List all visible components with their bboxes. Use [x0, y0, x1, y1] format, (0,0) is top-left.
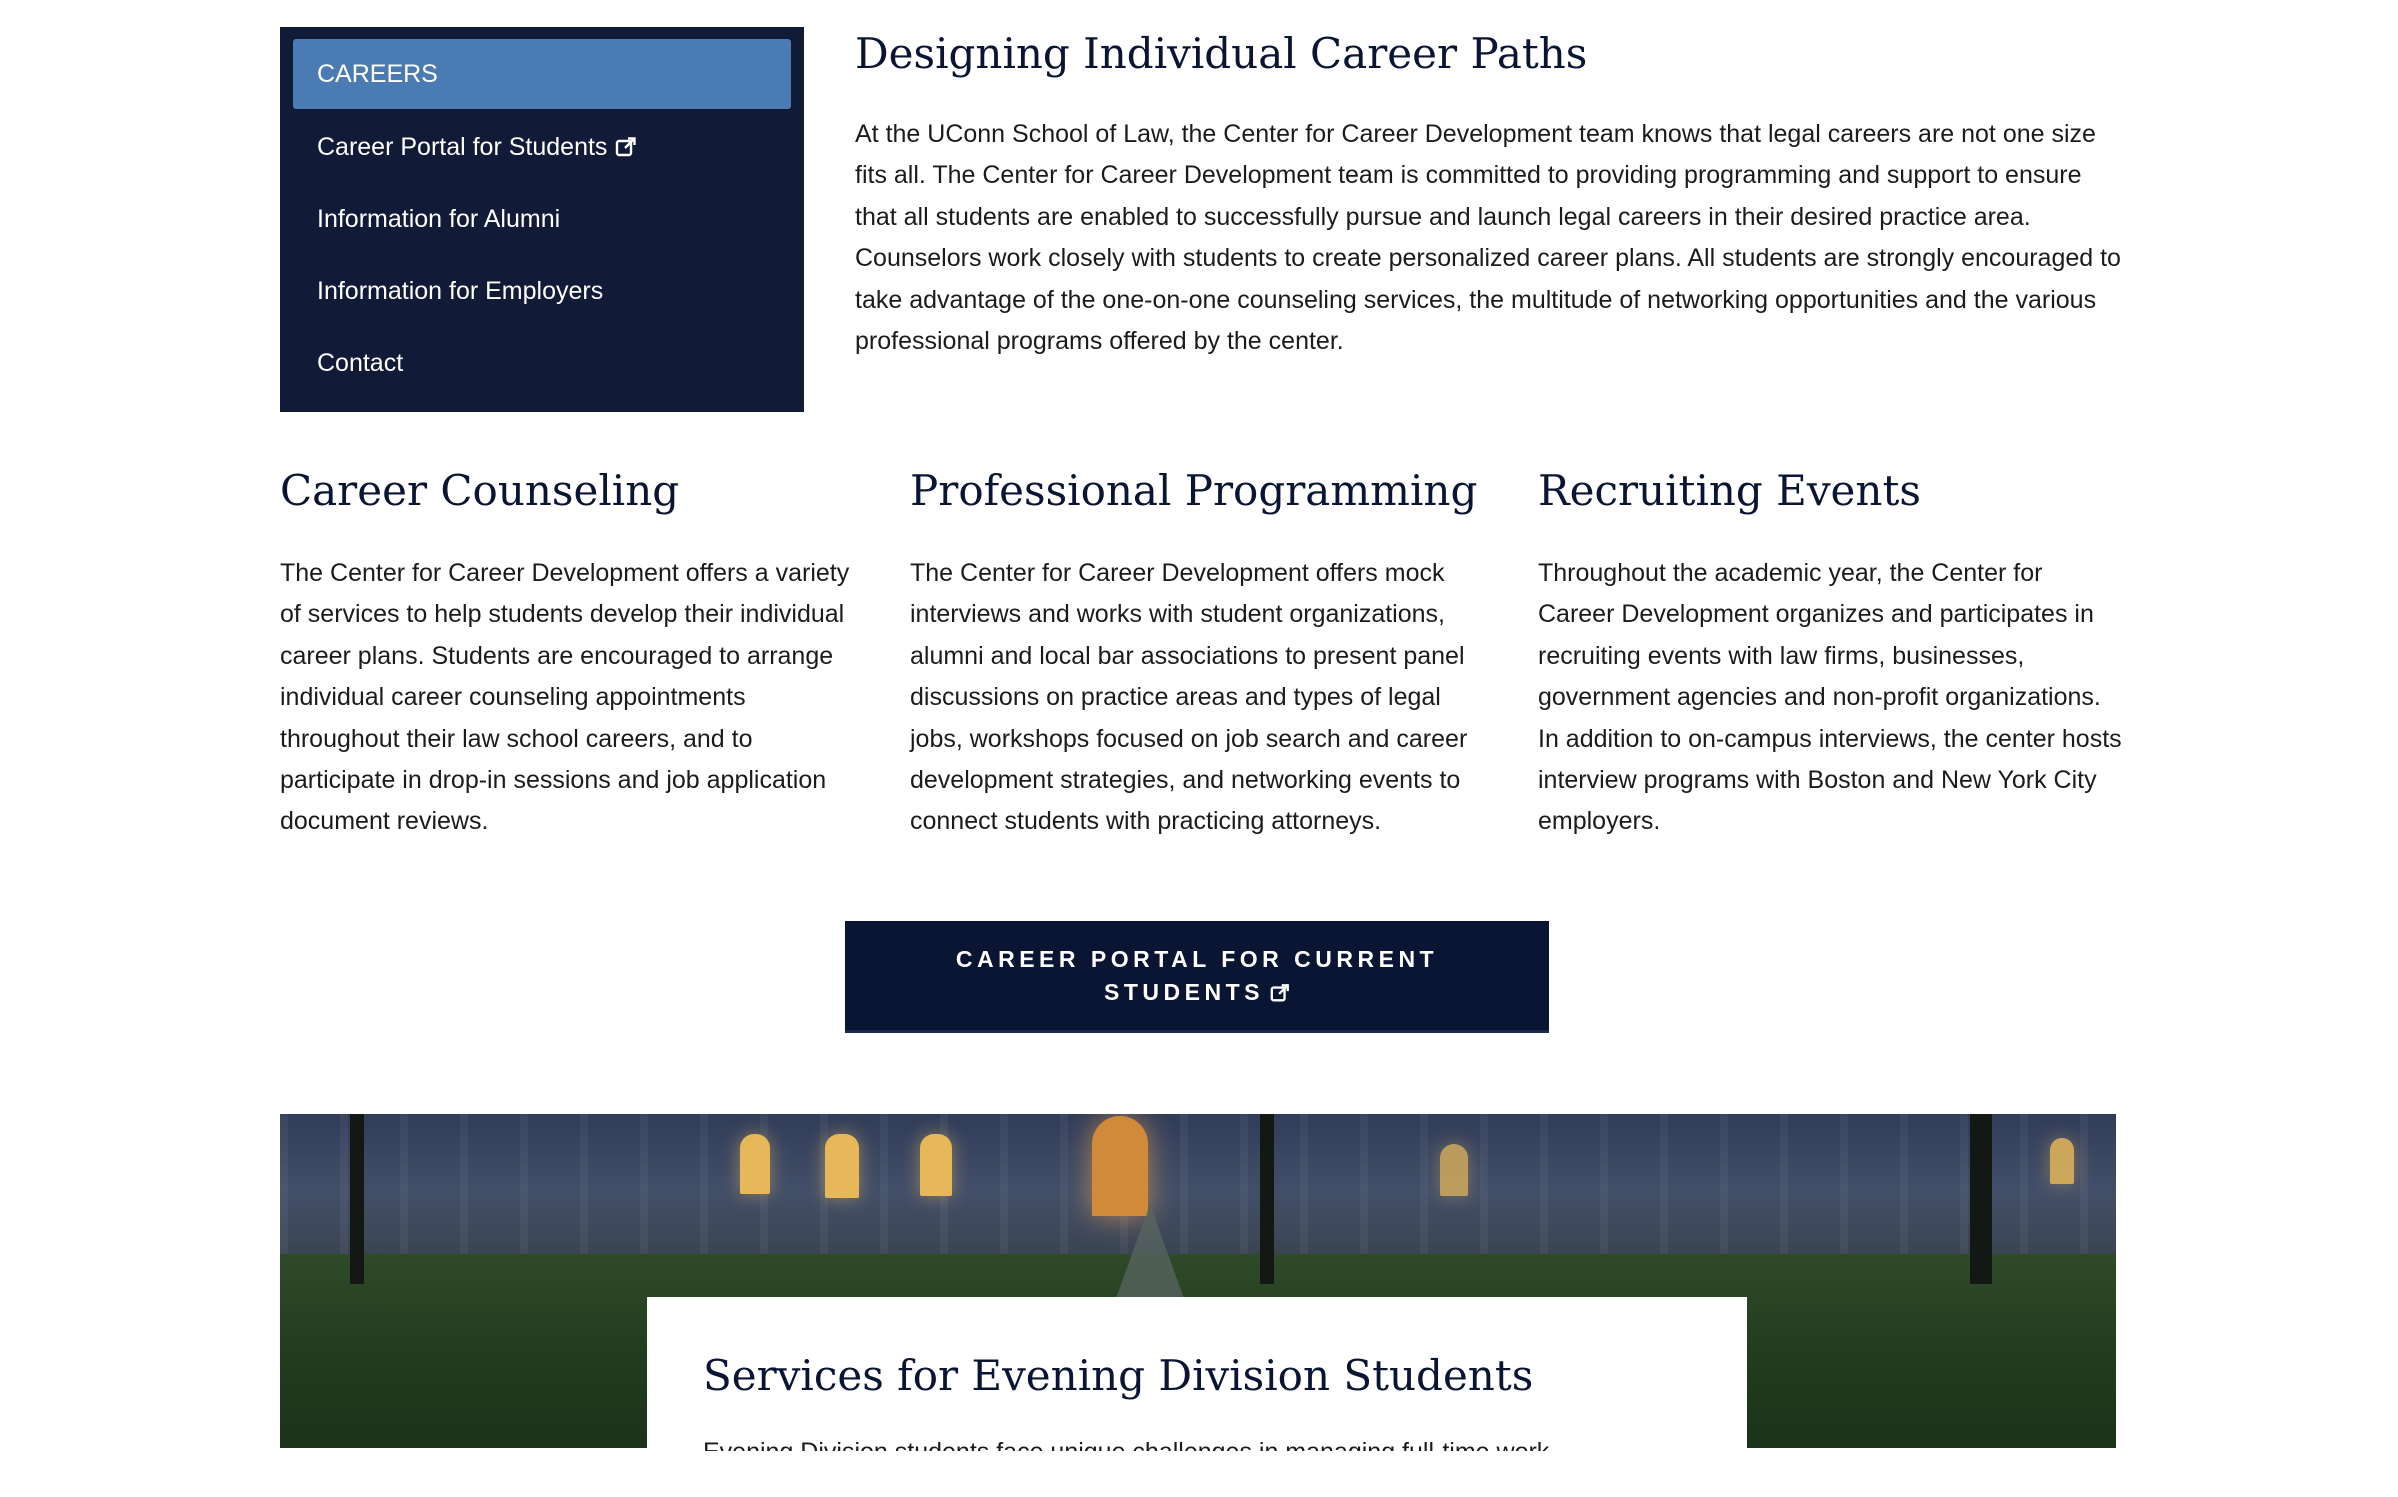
- external-link-icon: [1270, 983, 1290, 1003]
- sidebar-item-label: Career Portal for Students: [317, 132, 608, 161]
- recruiting-events-text: Throughout the academic year, the Center…: [1538, 559, 2122, 836]
- tree: [350, 1114, 364, 1284]
- cta-label-line1: CAREER PORTAL FOR CURRENT: [955, 945, 1439, 972]
- recruiting-events-heading: Recruiting Events: [1538, 466, 1921, 515]
- page-title: Designing Individual Career Paths: [855, 29, 1588, 78]
- evening-division-text: Evening Division students face unique ch…: [703, 1437, 1693, 1451]
- section-navigation: CAREERS Career Portal for Students Infor…: [280, 27, 804, 412]
- sidebar-item-alumni[interactable]: Information for Alumni: [293, 183, 791, 255]
- lit-window: [1440, 1144, 1468, 1196]
- tree: [1970, 1114, 1992, 1284]
- professional-programming-heading: Professional Programming: [910, 466, 1478, 515]
- sidebar-item-career-portal[interactable]: Career Portal for Students: [293, 111, 791, 183]
- sidebar-item-label: Information for Employers: [317, 276, 604, 305]
- external-link-icon: [615, 136, 637, 158]
- career-counseling-heading: Career Counseling: [280, 466, 680, 515]
- tree: [1260, 1114, 1274, 1284]
- sidebar-item-careers[interactable]: CAREERS: [293, 39, 791, 109]
- lit-window: [2050, 1138, 2074, 1184]
- career-counseling-text: The Center for Career Development offers…: [280, 559, 850, 836]
- sidebar-item-contact[interactable]: Contact: [293, 327, 791, 399]
- intro-paragraph: At the UConn School of Law, the Center f…: [855, 120, 2121, 356]
- lit-doorway: [1092, 1116, 1148, 1216]
- lit-window: [825, 1134, 859, 1198]
- lit-window: [740, 1134, 770, 1194]
- sidebar-item-label: Contact: [317, 348, 404, 377]
- sidebar-item-label: Information for Alumni: [317, 204, 561, 233]
- career-portal-button[interactable]: CAREER PORTAL FOR CURRENT STUDENTS: [845, 921, 1549, 1033]
- evening-division-card: Services for Evening Division Students E…: [647, 1297, 1747, 1497]
- evening-division-heading: Services for Evening Division Students: [703, 1351, 1534, 1400]
- sidebar-item-employers[interactable]: Information for Employers: [293, 255, 791, 327]
- sidebar-item-label: CAREERS: [317, 59, 438, 88]
- professional-programming-text: The Center for Career Development offers…: [910, 559, 1468, 836]
- cta-label-line2: STUDENTS: [1104, 978, 1264, 1005]
- lit-window: [920, 1134, 952, 1196]
- cta-label-line2-wrap: STUDENTS: [1104, 976, 1290, 1009]
